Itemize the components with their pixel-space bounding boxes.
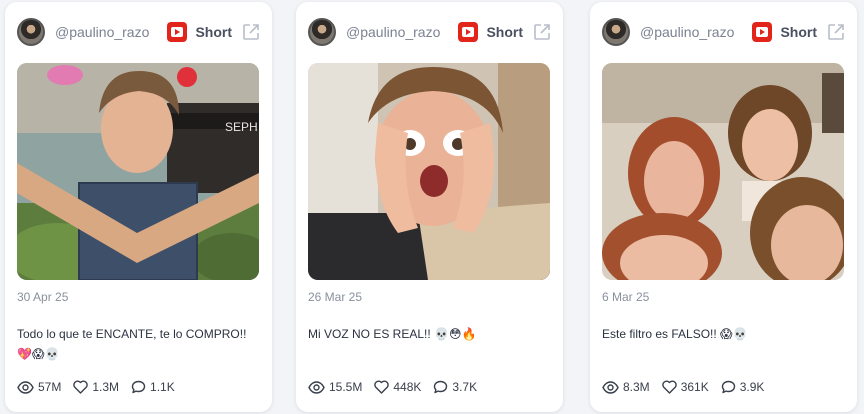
likes-count: 361K [680,380,709,394]
comments-stat: 1.1K [131,380,175,394]
views-count: 8.3M [623,380,650,394]
avatar[interactable] [17,18,45,46]
post-card[interactable]: @paulino_razo Short SEPH 30 Apr 25 Todo [5,2,272,412]
eye-icon [602,380,619,394]
comment-icon [721,380,735,394]
comment-icon [434,380,448,394]
eye-icon [308,380,325,394]
post-caption: Mi VOZ NO ES REAL!! 💀😳🔥 [308,327,477,341]
likes-count: 1.3M [92,380,120,394]
video-thumbnail[interactable] [602,63,844,280]
eye-icon [17,380,34,394]
post-type-label: Short [195,24,232,40]
avatar[interactable] [602,18,630,46]
post-stats: 57M 1.3M 1.1K [17,378,260,396]
youtube-icon [458,22,479,42]
video-thumbnail[interactable] [308,63,550,280]
comments-stat: 3.7K [433,380,477,394]
account-handle[interactable]: @paulino_razo [346,24,458,40]
views-stat: 57M [17,380,61,394]
store-sign-text: SEPH [225,120,258,134]
account-handle[interactable]: @paulino_razo [55,24,167,40]
card-header: @paulino_razo Short [308,18,551,46]
post-card[interactable]: @paulino_razo Short 6 Mar 25 Este filtro… [590,2,857,412]
views-count: 57M [38,380,62,394]
likes-stat: 361K [661,380,709,394]
comments-stat: 3.9K [721,380,765,394]
youtube-icon [752,22,773,42]
account-handle[interactable]: @paulino_razo [640,24,752,40]
avatar[interactable] [308,18,336,46]
post-caption: Todo lo que te ENCANTE, te lo COMPRO!! 💖… [17,327,247,361]
post-caption: Este filtro es FALSO!! 😱💀 [602,327,748,341]
post-date: 26 Mar 25 [308,290,363,304]
post-type-label: Short [486,24,523,40]
external-link-icon[interactable] [827,23,845,41]
post-type-label: Short [780,24,817,40]
views-stat: 8.3M [602,380,650,394]
external-link-icon[interactable] [533,23,551,41]
external-link-icon[interactable] [242,23,260,41]
likes-stat: 1.3M [73,380,119,394]
comments-count: 3.9K [739,380,765,394]
post-date: 30 Apr 25 [17,290,69,304]
comments-count: 3.7K [452,380,478,394]
heart-icon [661,380,677,394]
comments-count: 1.1K [150,380,175,394]
likes-stat: 448K [374,380,421,394]
card-header: @paulino_razo Short [602,18,845,46]
post-stats: 15.5M 448K 3.7K [308,378,551,396]
likes-count: 448K [393,380,422,394]
heart-icon [73,380,89,394]
views-count: 15.5M [329,380,363,394]
card-header: @paulino_razo Short [17,18,260,46]
views-stat: 15.5M [308,380,362,394]
post-stats: 8.3M 361K 3.9K [602,378,845,396]
video-thumbnail[interactable]: SEPH [17,63,259,280]
post-date: 6 Mar 25 [602,290,650,304]
comment-icon [131,380,146,394]
heart-icon [374,380,390,394]
post-card[interactable]: @paulino_razo Short 26 Mar 25 Mi VOZ NO … [296,2,563,412]
youtube-icon [167,22,188,42]
